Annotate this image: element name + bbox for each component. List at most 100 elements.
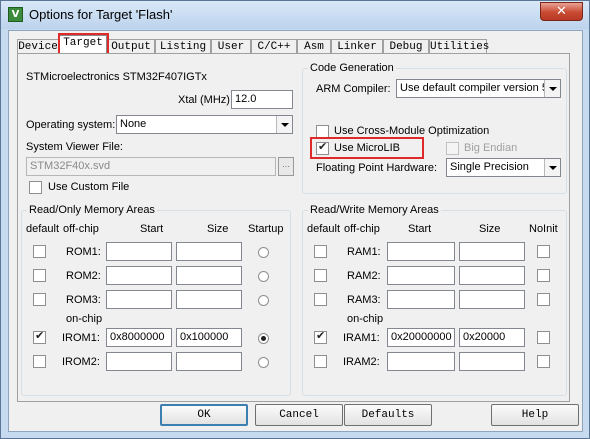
irom1-start-input[interactable]: 0x8000000: [106, 328, 172, 347]
iram2-start-input[interactable]: [387, 352, 455, 371]
help-button[interactable]: Help: [491, 404, 579, 426]
svf-browse-button[interactable]: ...: [278, 157, 294, 176]
rom2-start-input[interactable]: [106, 266, 172, 285]
window-title: Options for Target 'Flash': [29, 7, 173, 22]
ro-memory-title: Read/Only Memory Areas: [27, 204, 157, 216]
iram2-default-checkbox[interactable]: [314, 355, 327, 368]
irom1-size-input[interactable]: 0x100000: [176, 328, 242, 347]
ro-header-offchip: off-chip: [63, 223, 99, 235]
microlib-highlight: [310, 137, 424, 159]
rw-header-offchip: off-chip: [344, 223, 380, 235]
title-bar[interactable]: V Options for Target 'Flash' ✕: [1, 1, 589, 29]
ram1-label: RAM1:: [347, 246, 381, 258]
ram2-noinit-checkbox[interactable]: [537, 269, 550, 282]
rom1-label: ROM1:: [66, 246, 101, 258]
rom2-default-checkbox[interactable]: [33, 269, 46, 282]
arm-compiler-value: Use default compiler version 5: [400, 82, 548, 94]
rw-header-noinit: NoInit: [529, 223, 558, 235]
ram1-start-input[interactable]: [387, 242, 455, 261]
rom1-size-input[interactable]: [176, 242, 242, 261]
target-tab-panel: STMicroelectronics STM32F407IGTx Xtal (M…: [17, 53, 570, 402]
rom3-start-input[interactable]: [106, 290, 172, 309]
rw-memory-group: Read/Write Memory Areas default off-chip…: [302, 204, 567, 396]
rw-header-default: default: [307, 223, 341, 235]
svf-label: System Viewer File:: [26, 141, 123, 153]
dialog-client: Device Target Output Listing User C/C++ …: [8, 30, 583, 432]
os-label: Operating system:: [26, 119, 116, 131]
iram1-size-input[interactable]: 0x20000: [459, 328, 525, 347]
keil-app-icon: V: [8, 7, 23, 22]
big-endian-checkbox[interactable]: [446, 142, 459, 155]
chevron-down-icon: [544, 80, 560, 97]
ro-onchip-label: on-chip: [66, 313, 103, 325]
irom2-start-input[interactable]: [106, 352, 172, 371]
code-generation-title: Code Generation: [308, 62, 396, 74]
xtal-input[interactable]: 12.0: [231, 90, 293, 109]
cross-module-label: Use Cross-Module Optimization: [334, 125, 490, 137]
arm-compiler-label: ARM Compiler:: [316, 83, 391, 95]
svf-input[interactable]: STM32F40x.svd: [26, 157, 276, 176]
iram2-noinit-checkbox[interactable]: [537, 355, 550, 368]
iram1-label: IRAM1:: [343, 332, 380, 344]
chevron-down-icon: [276, 116, 292, 133]
defaults-button[interactable]: Defaults: [344, 404, 432, 426]
rom3-size-input[interactable]: [176, 290, 242, 309]
use-custom-file-checkbox[interactable]: [29, 181, 42, 194]
ro-header-default: default: [26, 223, 60, 235]
irom2-label: IROM2:: [62, 356, 100, 368]
iram1-default-checkbox[interactable]: [314, 329, 327, 344]
ram2-default-checkbox[interactable]: [314, 269, 327, 282]
irom2-startup-radio[interactable]: [258, 357, 269, 368]
rom3-default-checkbox[interactable]: [33, 293, 46, 306]
rom2-label: ROM2:: [66, 270, 101, 282]
rw-header-start: Start: [408, 223, 432, 235]
ram3-size-input[interactable]: [459, 290, 525, 309]
rom1-startup-radio[interactable]: [258, 247, 269, 258]
irom1-startup-radio[interactable]: [258, 333, 269, 344]
rom2-startup-radio[interactable]: [258, 271, 269, 282]
xtal-label: Xtal (MHz):: [178, 94, 233, 106]
ro-header-start: Start: [140, 223, 164, 235]
iram2-label: IRAM2:: [343, 356, 380, 368]
iram2-size-input[interactable]: [459, 352, 525, 371]
ro-header-startup: Startup: [248, 223, 284, 235]
ram3-noinit-checkbox[interactable]: [537, 293, 550, 306]
rom1-default-checkbox[interactable]: [33, 245, 46, 258]
ram3-label: RAM3:: [347, 294, 381, 306]
code-generation-group: Code Generation ARM Compiler: Use defaul…: [302, 62, 567, 194]
use-custom-file-label: Use Custom File: [48, 181, 130, 193]
rom1-start-input[interactable]: [106, 242, 172, 261]
ram3-start-input[interactable]: [387, 290, 455, 309]
rw-onchip-label: on-chip: [347, 313, 384, 325]
ram2-label: RAM2:: [347, 270, 381, 282]
irom1-label: IROM1:: [62, 332, 100, 344]
ram2-start-input[interactable]: [387, 266, 455, 285]
irom2-default-checkbox[interactable]: [33, 355, 46, 368]
fp-select[interactable]: Single Precision: [446, 158, 561, 177]
os-select[interactable]: None: [116, 115, 293, 134]
big-endian-label: Big Endian: [464, 142, 518, 154]
ok-button[interactable]: OK: [160, 404, 248, 426]
ro-memory-group: Read/Only Memory Areas default off-chip …: [21, 204, 291, 396]
ram1-default-checkbox[interactable]: [314, 245, 327, 258]
rw-header-size: Size: [479, 223, 501, 235]
irom2-size-input[interactable]: [176, 352, 242, 371]
arm-compiler-select[interactable]: Use default compiler version 5: [396, 79, 561, 98]
options-dialog: V Options for Target 'Flash' ✕ Device Ta…: [0, 0, 590, 439]
iram1-noinit-checkbox[interactable]: [537, 331, 550, 344]
cancel-button[interactable]: Cancel: [255, 404, 343, 426]
irom1-default-checkbox[interactable]: [33, 329, 46, 344]
ram1-size-input[interactable]: [459, 242, 525, 261]
ram3-default-checkbox[interactable]: [314, 293, 327, 306]
rom2-size-input[interactable]: [176, 266, 242, 285]
ram1-noinit-checkbox[interactable]: [537, 245, 550, 258]
os-select-value: None: [120, 118, 147, 130]
ram2-size-input[interactable]: [459, 266, 525, 285]
rom3-startup-radio[interactable]: [258, 295, 269, 306]
iram1-start-input[interactable]: 0x20000000: [387, 328, 455, 347]
ro-header-size: Size: [207, 223, 229, 235]
rw-memory-title: Read/Write Memory Areas: [308, 204, 441, 216]
device-name: STMicroelectronics STM32F407IGTx: [26, 71, 207, 83]
close-button[interactable]: ✕: [540, 2, 583, 21]
fp-label: Floating Point Hardware:: [316, 162, 438, 174]
